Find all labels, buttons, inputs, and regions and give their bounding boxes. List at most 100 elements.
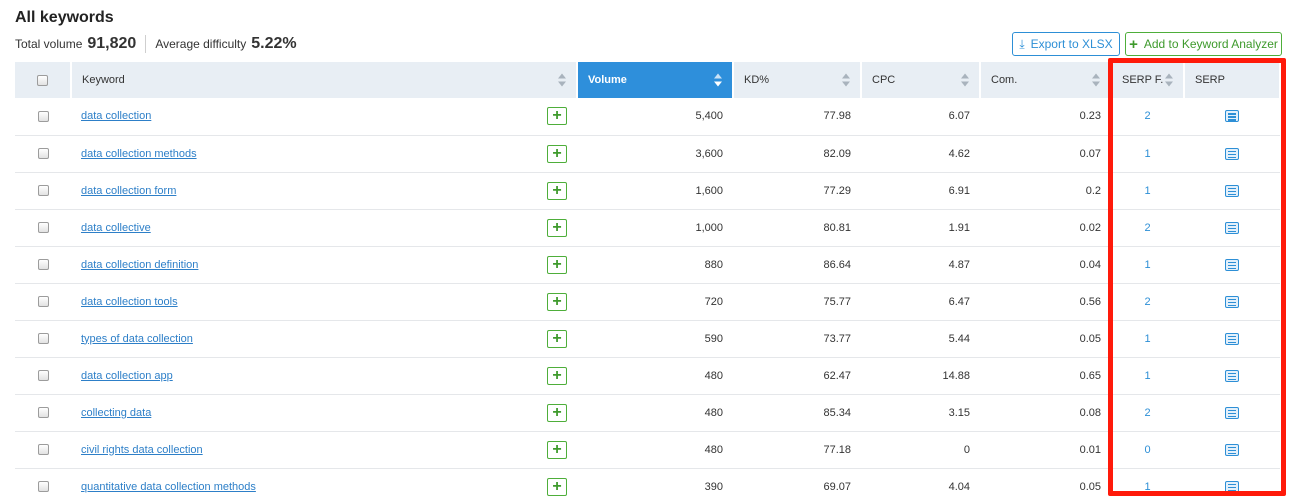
add-keyword-button[interactable]: +: [547, 255, 567, 274]
serp-icon[interactable]: [1225, 110, 1239, 123]
add-keyword-button[interactable]: +: [547, 292, 567, 311]
column-header-com[interactable]: Com.: [980, 62, 1112, 98]
keyword-cell: data collection definition +: [71, 246, 577, 284]
column-header-kd[interactable]: KD%: [733, 62, 862, 98]
keyword-link[interactable]: data collection: [81, 110, 151, 122]
serp-cell: [1184, 468, 1280, 499]
summary-divider: [145, 35, 147, 53]
serp-features-cell[interactable]: 0: [1111, 431, 1184, 469]
column-header-keyword[interactable]: Keyword: [71, 62, 578, 98]
row-select-cell: [15, 394, 71, 432]
sort-icon: [558, 73, 566, 87]
com-cell: 0.2: [980, 172, 1111, 210]
row-checkbox[interactable]: [37, 407, 49, 419]
serp-features-cell[interactable]: 1: [1111, 357, 1184, 395]
row-checkbox[interactable]: [37, 444, 49, 456]
add-keyword-button[interactable]: +: [547, 218, 567, 237]
table-row: data collection + 5,400 77.98 6.07 0.23 2: [15, 98, 1280, 136]
serp-icon[interactable]: [1225, 184, 1239, 197]
serp-icon[interactable]: [1225, 369, 1239, 382]
add-keyword-button[interactable]: +: [547, 107, 567, 126]
serp-icon[interactable]: [1225, 258, 1239, 271]
total-volume-label: Total volume: [15, 37, 83, 51]
cpc-cell: 6.07: [861, 98, 980, 136]
serp-icon[interactable]: [1225, 295, 1239, 308]
table-row: data collection tools + 720 75.77 6.47 0.…: [15, 283, 1280, 321]
plus-icon: +: [1129, 35, 1138, 53]
keyword-link[interactable]: data collection methods: [81, 148, 197, 160]
serp-icon[interactable]: [1225, 443, 1239, 456]
keyword-link[interactable]: types of data collection: [81, 333, 193, 345]
row-checkbox[interactable]: [37, 370, 49, 382]
row-checkbox[interactable]: [37, 185, 49, 197]
keyword-link[interactable]: data collective: [81, 222, 151, 234]
keyword-link[interactable]: data collection definition: [81, 259, 198, 271]
row-select-cell: [15, 431, 71, 469]
serp-icon[interactable]: [1225, 221, 1239, 234]
keyword-link[interactable]: data collection form: [81, 185, 176, 197]
column-header-cpc[interactable]: CPC: [861, 62, 981, 98]
keyword-link[interactable]: data collection tools: [81, 296, 178, 308]
com-cell: 0.02: [980, 209, 1111, 247]
add-keyword-button[interactable]: +: [547, 440, 567, 459]
add-keyword-button[interactable]: +: [547, 477, 567, 496]
total-volume-value: 91,820: [87, 35, 137, 52]
kd-cell: 82.09: [733, 135, 861, 173]
serp-features-cell[interactable]: 1: [1111, 135, 1184, 173]
serp-features-cell[interactable]: 2: [1111, 394, 1184, 432]
cpc-cell: 4.04: [948, 480, 970, 493]
serp-cell: [1184, 394, 1280, 432]
add-keyword-button[interactable]: +: [547, 329, 567, 348]
row-checkbox[interactable]: [37, 148, 49, 160]
serp-icon[interactable]: [1225, 147, 1239, 160]
add-keyword-button[interactable]: +: [547, 181, 567, 200]
serp-features-cell[interactable]: 2: [1111, 98, 1184, 136]
row-checkbox[interactable]: [37, 296, 49, 308]
row-select-cell: [15, 135, 71, 173]
add-to-keyword-analyzer-button[interactable]: + Add to Keyword Analyzer: [1125, 32, 1282, 56]
table-row: collecting data + 480 85.34 3.15 0.08 2: [15, 394, 1280, 432]
serp-icon[interactable]: [1225, 332, 1239, 345]
row-checkbox[interactable]: [37, 333, 49, 345]
column-header-volume[interactable]: Volume: [577, 62, 734, 98]
serp-features-cell[interactable]: 2: [1111, 283, 1184, 321]
select-all-cell: [15, 62, 72, 98]
serp-icon[interactable]: [1225, 406, 1239, 419]
keyword-cell: data collective +: [71, 209, 577, 247]
serp-icon[interactable]: [1225, 480, 1239, 493]
row-select-cell: [15, 320, 71, 358]
row-checkbox[interactable]: [37, 222, 49, 234]
select-all-checkbox[interactable]: [37, 74, 48, 86]
serp-features-cell[interactable]: 1: [1111, 468, 1184, 499]
row-select-cell: [15, 283, 71, 321]
keyword-link[interactable]: data collection app: [81, 370, 173, 382]
serp-cell: [1184, 357, 1280, 395]
serp-features-cell[interactable]: 1: [1111, 320, 1184, 358]
export-xlsx-button[interactable]: ⤓ Export to XLSX: [1012, 32, 1120, 56]
row-checkbox[interactable]: [37, 259, 49, 271]
cpc-cell: 6.91: [861, 172, 980, 210]
sort-icon: [1092, 73, 1100, 87]
volume-cell: 1,600: [577, 172, 733, 210]
row-checkbox[interactable]: [37, 481, 49, 493]
cpc-cell: 0: [861, 431, 980, 469]
keyword-link[interactable]: civil rights data collection: [81, 444, 203, 456]
column-header-serp-features[interactable]: SERP F.: [1111, 62, 1185, 98]
row-checkbox[interactable]: [37, 110, 49, 122]
serp-features-cell[interactable]: 1: [1111, 246, 1184, 284]
add-keyword-button[interactable]: +: [547, 366, 567, 385]
serp-features-cell[interactable]: 1: [1111, 172, 1184, 210]
add-keyword-button[interactable]: +: [547, 144, 567, 163]
keyword-link[interactable]: collecting data: [81, 407, 151, 419]
keyword-cell: data collection +: [71, 98, 577, 136]
keyword-cell: types of data collection +: [71, 320, 577, 358]
kd-cell: 77.18: [733, 431, 861, 469]
table-row: data collective + 1,000 80.81 1.91 0.02 2: [15, 209, 1280, 247]
keyword-link[interactable]: quantitative data collection methods: [81, 481, 256, 493]
serp-cell: [1184, 283, 1280, 321]
serp-features-cell[interactable]: 2: [1111, 209, 1184, 247]
keyword-cell: data collection form +: [71, 172, 577, 210]
kd-cell: 80.81: [733, 209, 861, 247]
add-keyword-button[interactable]: +: [547, 403, 567, 422]
cpc-cell: 1.91: [861, 209, 980, 247]
